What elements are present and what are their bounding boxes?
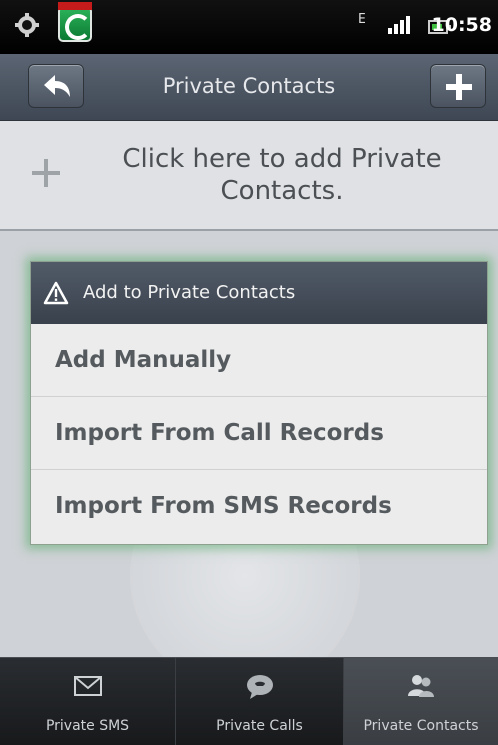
- contacts-icon: [408, 675, 434, 697]
- tab-label: Private SMS: [45, 718, 130, 734]
- add-plus-icon: [32, 159, 60, 187]
- tab-private-contacts[interactable]: Private Contacts: [344, 658, 498, 745]
- dialog-title: Add to Private Contacts: [83, 282, 296, 303]
- envelope-icon: [73, 676, 102, 696]
- status-time: 10:58: [431, 14, 492, 36]
- add-contacts-dialog: Add to Private Contacts Add Manually Imp…: [30, 261, 488, 545]
- plus-icon: [446, 74, 472, 100]
- warning-icon: [43, 281, 69, 305]
- add-contact-row[interactable]: Click here to add Private Contacts.: [0, 121, 498, 231]
- phone-bubble-icon: [246, 675, 273, 699]
- title-bar: Private Contacts: [0, 54, 498, 121]
- dialog-header: Add to Private Contacts: [31, 262, 487, 324]
- tab-private-calls[interactable]: Private Calls: [176, 658, 344, 745]
- tab-label: Private Contacts: [363, 718, 479, 734]
- comodo-app-icon: [58, 2, 92, 42]
- import-call-records-option[interactable]: Import From Call Records: [31, 397, 487, 470]
- tab-label: Private Calls: [216, 718, 303, 734]
- settings-notification-icon: [15, 13, 39, 37]
- add-button[interactable]: [430, 64, 486, 108]
- add-contact-text: Click here to add Private Contacts.: [122, 144, 442, 206]
- status-bar: E 10:58: [0, 0, 498, 54]
- page-title: Private Contacts: [162, 74, 336, 98]
- network-type-label: E: [358, 12, 366, 27]
- add-manually-option[interactable]: Add Manually: [31, 324, 487, 397]
- bottom-tab-bar: Private SMS Private Calls Private Contac…: [0, 657, 498, 745]
- tab-private-sms[interactable]: Private SMS: [0, 658, 176, 745]
- signal-icon: [388, 16, 410, 34]
- import-sms-records-option[interactable]: Import From SMS Records: [31, 470, 487, 542]
